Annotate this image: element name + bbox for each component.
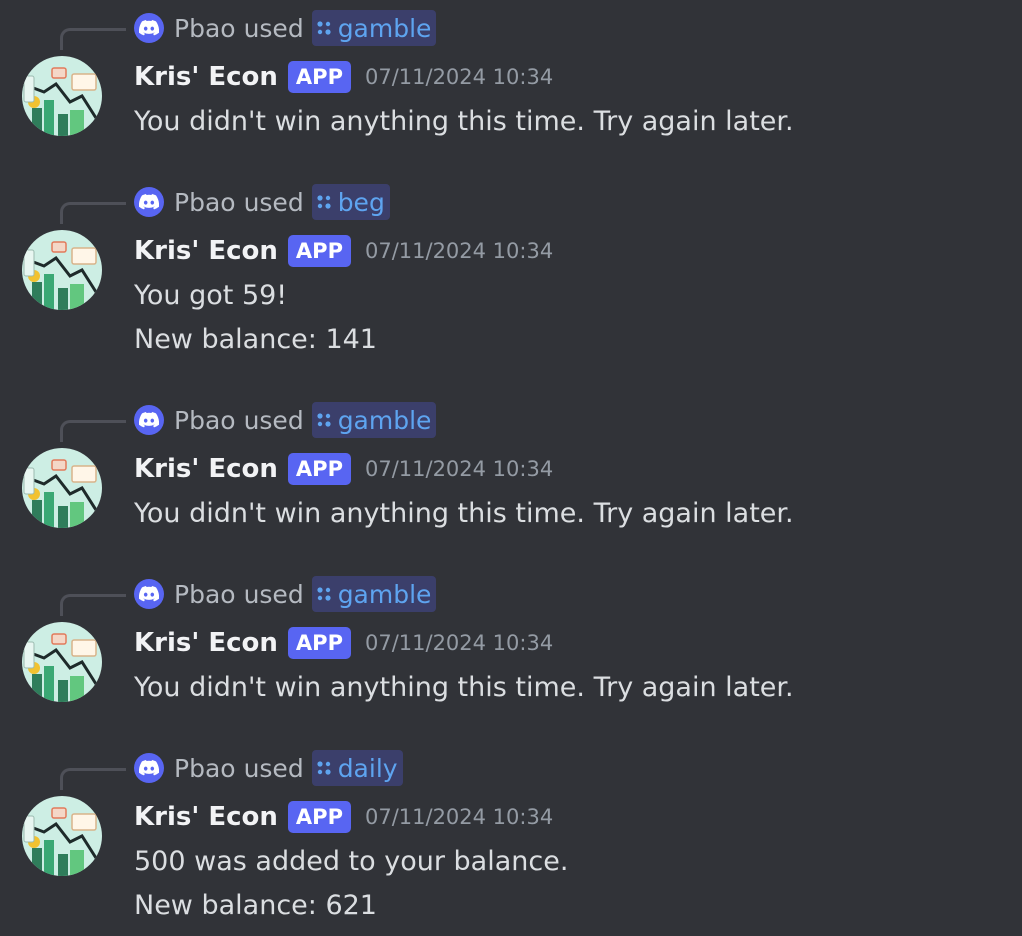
used-label: used bbox=[243, 13, 304, 43]
message-content: You didn't win anything this time. Try a… bbox=[134, 492, 794, 536]
command-mention[interactable]: daily bbox=[311, 750, 403, 786]
invoker-username[interactable]: Pbao bbox=[174, 754, 236, 783]
bot-name[interactable]: Kris' Econ bbox=[134, 454, 278, 484]
reply-connector bbox=[60, 594, 126, 616]
command-usage-line[interactable]: Pbao used gamble bbox=[134, 402, 437, 438]
slash-command-icon bbox=[316, 760, 332, 776]
discord-icon bbox=[134, 13, 164, 43]
bot-name[interactable]: Kris' Econ bbox=[134, 802, 278, 832]
bot-avatar[interactable] bbox=[22, 448, 102, 528]
used-label: used bbox=[243, 187, 304, 217]
timestamp[interactable]: 07/11/2024 10:34 bbox=[365, 631, 553, 655]
message-header: Kris' Econ APP 07/11/2024 10:34 bbox=[134, 623, 553, 663]
message-header: Kris' Econ APP 07/11/2024 10:34 bbox=[134, 57, 553, 97]
message-line: New balance: 141 bbox=[134, 324, 377, 355]
bot-avatar[interactable] bbox=[22, 56, 102, 136]
app-tag: APP bbox=[287, 801, 351, 833]
message-content: You didn't win anything this time. Try a… bbox=[134, 100, 794, 144]
slash-command-icon bbox=[316, 586, 332, 602]
econ-chart-avatar-icon bbox=[22, 230, 102, 310]
bot-avatar[interactable] bbox=[22, 230, 102, 310]
bot-avatar[interactable] bbox=[22, 622, 102, 702]
econ-chart-avatar-icon bbox=[22, 56, 102, 136]
command-mention[interactable]: beg bbox=[311, 184, 390, 220]
bot-name[interactable]: Kris' Econ bbox=[134, 628, 278, 658]
message-content: 500 was added to your balance. New balan… bbox=[134, 840, 568, 928]
command-name: beg bbox=[337, 187, 385, 217]
bot-name[interactable]: Kris' Econ bbox=[134, 236, 278, 266]
command-mention[interactable]: gamble bbox=[311, 10, 437, 46]
app-tag: APP bbox=[287, 235, 351, 267]
app-tag: APP bbox=[287, 453, 351, 485]
slash-command-icon bbox=[316, 412, 332, 428]
message-line: You didn't win anything this time. Try a… bbox=[134, 498, 794, 529]
discord-icon bbox=[134, 579, 164, 609]
used-label: used bbox=[243, 405, 304, 435]
bot-avatar[interactable] bbox=[22, 796, 102, 876]
command-usage-line[interactable]: Pbao used daily bbox=[134, 750, 403, 786]
bot-name[interactable]: Kris' Econ bbox=[134, 62, 278, 92]
invoker-username[interactable]: Pbao bbox=[174, 406, 236, 435]
discord-icon bbox=[134, 753, 164, 783]
econ-chart-avatar-icon bbox=[22, 448, 102, 528]
invoker-username[interactable]: Pbao bbox=[174, 188, 236, 217]
econ-chart-avatar-icon bbox=[22, 622, 102, 702]
command-mention[interactable]: gamble bbox=[311, 402, 437, 438]
command-usage-line[interactable]: Pbao used beg bbox=[134, 184, 390, 220]
reply-connector bbox=[60, 420, 126, 442]
app-tag: APP bbox=[287, 61, 351, 93]
timestamp[interactable]: 07/11/2024 10:34 bbox=[365, 65, 553, 89]
message-line: 500 was added to your balance. bbox=[134, 846, 569, 877]
message-group: Pbao used daily Kris' Econ APP 07/11/202… bbox=[0, 740, 1022, 936]
command-mention[interactable]: gamble bbox=[311, 576, 437, 612]
slash-command-icon bbox=[316, 20, 332, 36]
message-header: Kris' Econ APP 07/11/2024 10:34 bbox=[134, 231, 553, 271]
message-line: You didn't win anything this time. Try a… bbox=[134, 106, 794, 137]
message-group: Pbao used beg Kris' Econ APP 07/11/2024 … bbox=[0, 174, 1022, 374]
discord-icon bbox=[134, 405, 164, 435]
message-group: Pbao used gamble Kris' Econ APP 07/11/20… bbox=[0, 0, 1022, 150]
message-content: You didn't win anything this time. Try a… bbox=[134, 666, 794, 710]
reply-connector bbox=[60, 202, 126, 224]
message-line: New balance: 621 bbox=[134, 890, 377, 921]
used-label: used bbox=[243, 753, 304, 783]
chat-log: Pbao used gamble Kris' Econ APP 07/11/20… bbox=[0, 0, 1022, 936]
app-tag: APP bbox=[287, 627, 351, 659]
command-name: gamble bbox=[337, 579, 432, 609]
reply-connector bbox=[60, 28, 126, 50]
message-line: You got 59! bbox=[134, 280, 288, 311]
command-name: gamble bbox=[337, 405, 432, 435]
invoker-username[interactable]: Pbao bbox=[174, 14, 236, 43]
message-header: Kris' Econ APP 07/11/2024 10:34 bbox=[134, 449, 553, 489]
command-usage-line[interactable]: Pbao used gamble bbox=[134, 10, 437, 46]
econ-chart-avatar-icon bbox=[22, 796, 102, 876]
message-content: You got 59! New balance: 141 bbox=[134, 274, 377, 362]
used-label: used bbox=[243, 579, 304, 609]
message-line: You didn't win anything this time. Try a… bbox=[134, 672, 794, 703]
message-group: Pbao used gamble Kris' Econ APP 07/11/20… bbox=[0, 392, 1022, 542]
reply-connector bbox=[60, 768, 126, 790]
timestamp[interactable]: 07/11/2024 10:34 bbox=[365, 805, 553, 829]
message-group: Pbao used gamble Kris' Econ APP 07/11/20… bbox=[0, 566, 1022, 716]
timestamp[interactable]: 07/11/2024 10:34 bbox=[365, 239, 553, 263]
command-name: gamble bbox=[337, 13, 432, 43]
command-usage-line[interactable]: Pbao used gamble bbox=[134, 576, 437, 612]
slash-command-icon bbox=[316, 194, 332, 210]
timestamp[interactable]: 07/11/2024 10:34 bbox=[365, 457, 553, 481]
message-header: Kris' Econ APP 07/11/2024 10:34 bbox=[134, 797, 553, 837]
discord-icon bbox=[134, 187, 164, 217]
invoker-username[interactable]: Pbao bbox=[174, 580, 236, 609]
command-name: daily bbox=[337, 753, 398, 783]
